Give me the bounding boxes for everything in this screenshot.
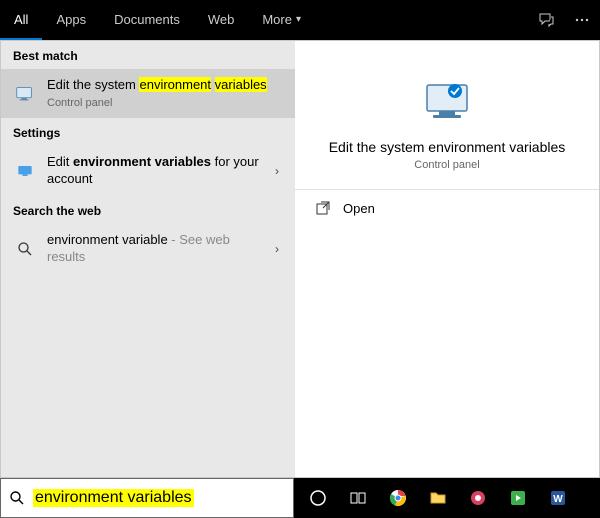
preview-pane: Edit the system environment variables Co… (295, 41, 599, 477)
svg-text:W: W (553, 494, 563, 505)
chevron-right-icon[interactable]: › (271, 242, 283, 256)
result-text: Edit the system environment variables Co… (47, 77, 283, 110)
search-input-highlight: environment variables (33, 489, 194, 507)
word-icon[interactable]: W (540, 482, 576, 514)
result-settings[interactable]: Edit environment variables for your acco… (1, 146, 295, 196)
camtasia-icon[interactable] (500, 482, 536, 514)
chevron-down-icon: ▾ (296, 14, 301, 25)
chrome-icon[interactable] (380, 482, 416, 514)
result-web[interactable]: environment variable - See web results › (1, 224, 295, 274)
results-pane: Best match Edit the system environment v… (1, 41, 295, 477)
search-body: Best match Edit the system environment v… (0, 40, 600, 478)
preview-computer-icon (417, 77, 477, 129)
windows-search-panel: All Apps Documents Web More▾ Best match … (0, 0, 600, 518)
tab-documents[interactable]: Documents (100, 0, 194, 40)
cortana-icon[interactable] (300, 482, 336, 514)
snip-icon[interactable] (460, 482, 496, 514)
search-box[interactable]: environment variables (0, 478, 294, 518)
task-view-icon[interactable] (340, 482, 376, 514)
preview-title: Edit the system environment variables (309, 139, 586, 155)
system-settings-icon (13, 83, 37, 105)
bottom-bar: environment variables W (0, 478, 600, 518)
section-settings: Settings (1, 118, 295, 146)
result-best-match[interactable]: Edit the system environment variables Co… (1, 69, 295, 118)
open-label: Open (343, 201, 375, 216)
open-icon (315, 200, 331, 216)
result-text: environment variable - See web results (47, 232, 261, 266)
section-search-web: Search the web (1, 196, 295, 224)
search-icon (13, 241, 37, 257)
open-action[interactable]: Open (295, 190, 599, 226)
user-settings-icon (13, 161, 37, 181)
preview-subtitle: Control panel (414, 159, 479, 171)
tab-all[interactable]: All (0, 0, 42, 40)
chevron-right-icon[interactable]: › (271, 164, 283, 178)
taskbar: W (294, 478, 600, 518)
feedback-icon[interactable] (528, 0, 564, 40)
search-tabs: All Apps Documents Web More▾ (0, 0, 600, 40)
tab-web[interactable]: Web (194, 0, 249, 40)
tab-apps[interactable]: Apps (42, 0, 100, 40)
search-icon (1, 490, 33, 506)
result-text: Edit environment variables for your acco… (47, 154, 261, 188)
tab-more[interactable]: More▾ (248, 0, 315, 40)
more-options-icon[interactable] (564, 0, 600, 40)
file-explorer-icon[interactable] (420, 482, 456, 514)
section-best-match: Best match (1, 41, 295, 69)
